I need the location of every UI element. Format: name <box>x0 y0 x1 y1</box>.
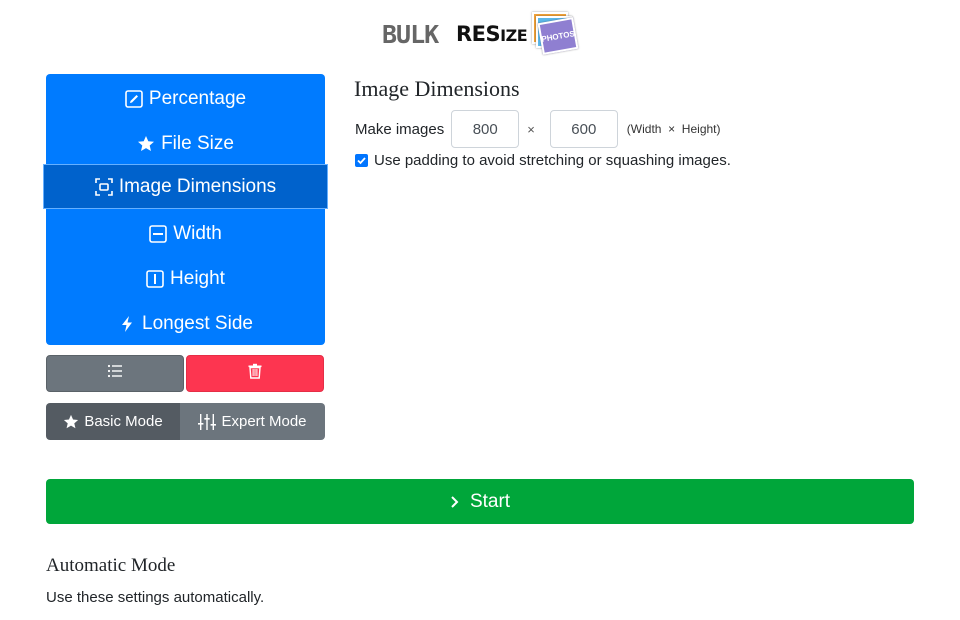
pencil-square-icon <box>125 89 143 108</box>
menu-item-label: Percentage <box>148 87 247 109</box>
automatic-mode-description: Use these settings automatically. <box>46 589 265 606</box>
width-input[interactable] <box>451 110 520 148</box>
bar-square-icon <box>146 269 164 288</box>
trash-icon <box>247 363 263 384</box>
basic-mode-label: Basic Mode <box>84 413 163 430</box>
logo-bulk-text: BULK <box>382 20 439 49</box>
logo-resize-text: RESIZE <box>456 22 528 46</box>
logo: BULK RESIZE PHOTOS <box>382 12 579 56</box>
times-symbol: × <box>527 121 535 137</box>
padding-option: Use padding to avoid stretching or squas… <box>355 152 731 169</box>
menu-item-width[interactable]: Width <box>46 211 325 256</box>
lightning-icon <box>118 315 136 333</box>
menu-item-height[interactable]: Height <box>46 256 325 301</box>
start-label: Start <box>469 490 511 512</box>
menu-item-image-dimensions[interactable]: Image Dimensions <box>43 164 328 209</box>
menu-item-label: Longest Side <box>142 312 253 334</box>
file-list-button[interactable] <box>46 355 184 392</box>
menu-item-percentage[interactable]: Percentage <box>46 76 325 121</box>
chevron-right-icon <box>450 495 460 509</box>
menu-item-label: Width <box>173 222 222 244</box>
padding-label[interactable]: Use padding to avoid stretching or squas… <box>374 152 731 169</box>
mode-toggle: Basic Mode Expert Mode <box>46 403 325 440</box>
start-button[interactable]: Start <box>46 479 914 524</box>
menu-item-longest-side[interactable]: Longest Side <box>46 301 325 346</box>
expert-mode-button[interactable]: Expert Mode <box>180 403 325 440</box>
dimensions-icon <box>95 177 113 196</box>
sliders-icon <box>198 413 217 430</box>
basic-mode-button[interactable]: Basic Mode <box>46 403 180 440</box>
clear-files-button[interactable] <box>186 355 324 392</box>
make-images-label: Make images <box>355 120 445 138</box>
menu-item-label: File Size <box>161 132 234 154</box>
panel-title: Image Dimensions <box>354 76 520 101</box>
logo-photos-icon: PHOTOS <box>532 12 579 55</box>
menu-item-label: Height <box>170 267 225 289</box>
list-icon <box>107 363 123 384</box>
height-input[interactable] <box>549 110 618 148</box>
dimensions-row: Make images × (Width × Height) <box>355 110 721 148</box>
expert-mode-label: Expert Mode <box>221 413 307 430</box>
menu-item-label: Image Dimensions <box>118 175 277 197</box>
minus-square-icon <box>149 224 168 243</box>
dimensions-hint: (Width × Height) <box>626 122 721 136</box>
automatic-mode-title: Automatic Mode <box>46 555 176 576</box>
star-icon <box>137 135 155 153</box>
padding-checkbox[interactable] <box>355 154 368 167</box>
menu-item-file-size[interactable]: File Size <box>46 121 325 166</box>
resize-method-menu: Percentage File Size Image Dimensions Wi… <box>43 74 328 346</box>
star-icon <box>63 414 79 430</box>
